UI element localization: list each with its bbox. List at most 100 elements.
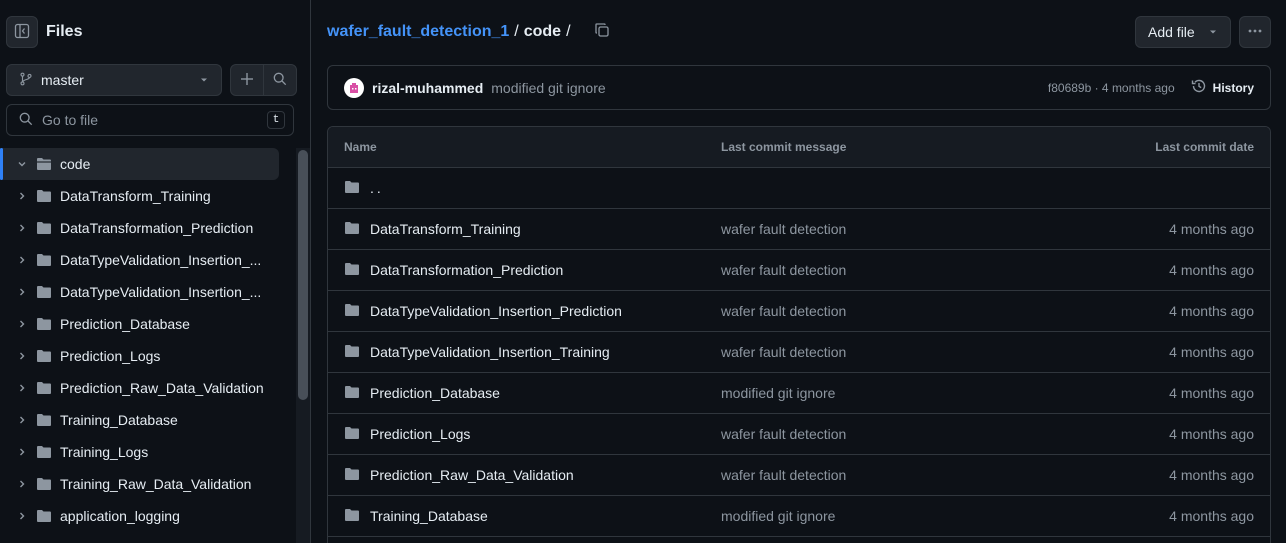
history-button[interactable]: History bbox=[1191, 78, 1254, 97]
avatar[interactable] bbox=[344, 77, 364, 98]
folder-icon bbox=[36, 444, 52, 460]
tree-item-datatypevalidation-prediction[interactable]: DataTypeValidation_Insertion_... bbox=[0, 244, 290, 276]
commit-message-link[interactable]: wafer fault detection bbox=[721, 262, 846, 278]
copy-path-button[interactable] bbox=[594, 22, 610, 43]
folder-link[interactable]: Prediction_Database bbox=[370, 385, 500, 401]
chevron-right-icon[interactable] bbox=[14, 447, 30, 457]
tree-item-prediction-database[interactable]: Prediction_Database bbox=[0, 308, 290, 340]
tree-item-label: Prediction_Database bbox=[60, 316, 190, 332]
more-options-button[interactable] bbox=[1239, 16, 1271, 48]
folder-icon bbox=[36, 380, 52, 396]
folder-link[interactable]: Prediction_Raw_Data_Validation bbox=[370, 467, 574, 483]
tree-item-label: Training_Logs bbox=[60, 444, 149, 460]
name-cell: DataTransform_Training bbox=[344, 220, 521, 239]
name-cell: DataTypeValidation_Insertion_Prediction bbox=[344, 302, 622, 321]
column-header-date: Last commit date bbox=[1155, 140, 1254, 154]
folder-link[interactable]: DataTransform_Training bbox=[370, 221, 521, 237]
parent-directory-link[interactable]: .. bbox=[370, 180, 384, 196]
folder-link[interactable]: DataTransformation_Prediction bbox=[370, 262, 563, 278]
chevron-down-icon[interactable] bbox=[14, 159, 30, 169]
chevron-right-icon[interactable] bbox=[14, 511, 30, 521]
commit-message-link[interactable]: wafer fault detection bbox=[721, 221, 846, 237]
breadcrumb: wafer_fault_detection_1 / code / bbox=[327, 18, 610, 46]
commit-message-link[interactable]: wafer fault detection bbox=[721, 467, 846, 483]
table-row[interactable]: DataTransform_Training wafer fault detec… bbox=[328, 209, 1270, 250]
table-row[interactable]: DataTransformation_Prediction wafer faul… bbox=[328, 250, 1270, 291]
folder-open-icon bbox=[36, 156, 52, 172]
folder-link[interactable]: Training_Database bbox=[370, 508, 488, 524]
folder-icon bbox=[36, 412, 52, 428]
tree-item-training-raw-data-validation[interactable]: Training_Raw_Data_Validation bbox=[0, 468, 290, 500]
tree-item-training-database[interactable]: Training_Database bbox=[0, 404, 290, 436]
history-icon bbox=[1191, 78, 1207, 97]
table-row[interactable]: Training_Database modified git ignore 4 … bbox=[328, 496, 1270, 537]
table-row[interactable]: Prediction_Raw_Data_Validation wafer fau… bbox=[328, 455, 1270, 496]
tree-item-datatransformation-prediction[interactable]: DataTransformation_Prediction bbox=[0, 212, 290, 244]
tree-item-label: DataTypeValidation_Insertion_... bbox=[60, 252, 262, 268]
commit-message-link[interactable]: modified git ignore bbox=[721, 508, 835, 524]
file-tree-sidebar: Files master t bbox=[0, 0, 311, 543]
chevron-right-icon[interactable] bbox=[14, 383, 30, 393]
collapse-sidebar-button[interactable] bbox=[6, 16, 38, 48]
chevron-right-icon[interactable] bbox=[14, 319, 30, 329]
table-row-parent-directory[interactable]: .. bbox=[328, 168, 1270, 209]
chevron-right-icon[interactable] bbox=[14, 351, 30, 361]
search-icon bbox=[273, 72, 287, 89]
name-cell: DataTransformation_Prediction bbox=[344, 261, 563, 280]
add-file-button[interactable]: Add file bbox=[1135, 16, 1231, 48]
table-row[interactable]: Prediction_Database modified git ignore … bbox=[328, 373, 1270, 414]
sidebar-header: Files bbox=[6, 16, 82, 48]
git-branch-icon bbox=[19, 72, 33, 89]
tree-item-prediction-raw-data-validation[interactable]: Prediction_Raw_Data_Validation bbox=[0, 372, 290, 404]
commit-message-link[interactable]: wafer fault detection bbox=[721, 344, 846, 360]
folder-icon bbox=[344, 220, 360, 239]
branch-selector[interactable]: master bbox=[6, 64, 222, 96]
chevron-right-icon[interactable] bbox=[14, 255, 30, 265]
folder-link[interactable]: DataTypeValidation_Insertion_Training bbox=[370, 344, 610, 360]
tree-item-datatypevalidation-training[interactable]: DataTypeValidation_Insertion_... bbox=[0, 276, 290, 308]
search-icon bbox=[19, 112, 33, 129]
tree-item-code[interactable]: code bbox=[0, 148, 290, 180]
breadcrumb-repo-link[interactable]: wafer_fault_detection_1 bbox=[327, 23, 509, 41]
folder-link[interactable]: DataTypeValidation_Insertion_Prediction bbox=[370, 303, 622, 319]
commit-message-link[interactable]: modified git ignore bbox=[721, 385, 835, 401]
folder-link[interactable]: Prediction_Logs bbox=[370, 426, 470, 442]
chevron-right-icon[interactable] bbox=[14, 191, 30, 201]
branch-name: master bbox=[41, 72, 84, 88]
sidebar-collapse-icon bbox=[14, 23, 30, 42]
column-header-name: Name bbox=[344, 140, 377, 154]
commit-date: 4 months ago bbox=[1169, 303, 1254, 319]
tree-item-datatransform-training[interactable]: DataTransform_Training bbox=[0, 180, 290, 212]
tree-item-label: Prediction_Raw_Data_Validation bbox=[60, 380, 264, 396]
folder-icon bbox=[344, 507, 360, 526]
commit-hash-and-time[interactable]: f80689b · 4 months ago bbox=[1048, 81, 1175, 95]
search-tree-button[interactable] bbox=[263, 64, 297, 96]
folder-icon bbox=[36, 348, 52, 364]
tree-item-label: Training_Raw_Data_Validation bbox=[60, 476, 252, 492]
table-row[interactable]: DataTypeValidation_Insertion_Training wa… bbox=[328, 332, 1270, 373]
table-row[interactable]: DataTypeValidation_Insertion_Prediction … bbox=[328, 291, 1270, 332]
folder-icon bbox=[344, 302, 360, 321]
copy-icon bbox=[594, 22, 610, 43]
column-header-message: Last commit message bbox=[721, 140, 847, 154]
tree-item-training-logs[interactable]: Training_Logs bbox=[0, 436, 290, 468]
go-to-file-field[interactable]: t bbox=[6, 104, 294, 136]
table-row[interactable]: Prediction_Logs wafer fault detection 4 … bbox=[328, 414, 1270, 455]
folder-icon bbox=[36, 508, 52, 524]
commit-date: 4 months ago bbox=[1169, 262, 1254, 278]
chevron-right-icon[interactable] bbox=[14, 287, 30, 297]
tree-item-application-logging[interactable]: application_logging bbox=[0, 500, 290, 532]
commit-message-link[interactable]: wafer fault detection bbox=[721, 426, 846, 442]
sidebar-scrollbar-thumb[interactable] bbox=[298, 150, 308, 400]
chevron-right-icon[interactable] bbox=[14, 479, 30, 489]
chevron-right-icon[interactable] bbox=[14, 415, 30, 425]
commit-author[interactable]: rizal-muhammed bbox=[372, 80, 483, 96]
tree-item-prediction-logs[interactable]: Prediction_Logs bbox=[0, 340, 290, 372]
folder-icon bbox=[36, 284, 52, 300]
commit-message-link[interactable]: wafer fault detection bbox=[721, 303, 846, 319]
chevron-right-icon[interactable] bbox=[14, 223, 30, 233]
add-file-tree-button[interactable] bbox=[230, 64, 264, 96]
commit-date: 4 months ago bbox=[1169, 467, 1254, 483]
commit-message[interactable]: modified git ignore bbox=[491, 80, 1048, 96]
go-to-file-input[interactable] bbox=[42, 112, 267, 128]
